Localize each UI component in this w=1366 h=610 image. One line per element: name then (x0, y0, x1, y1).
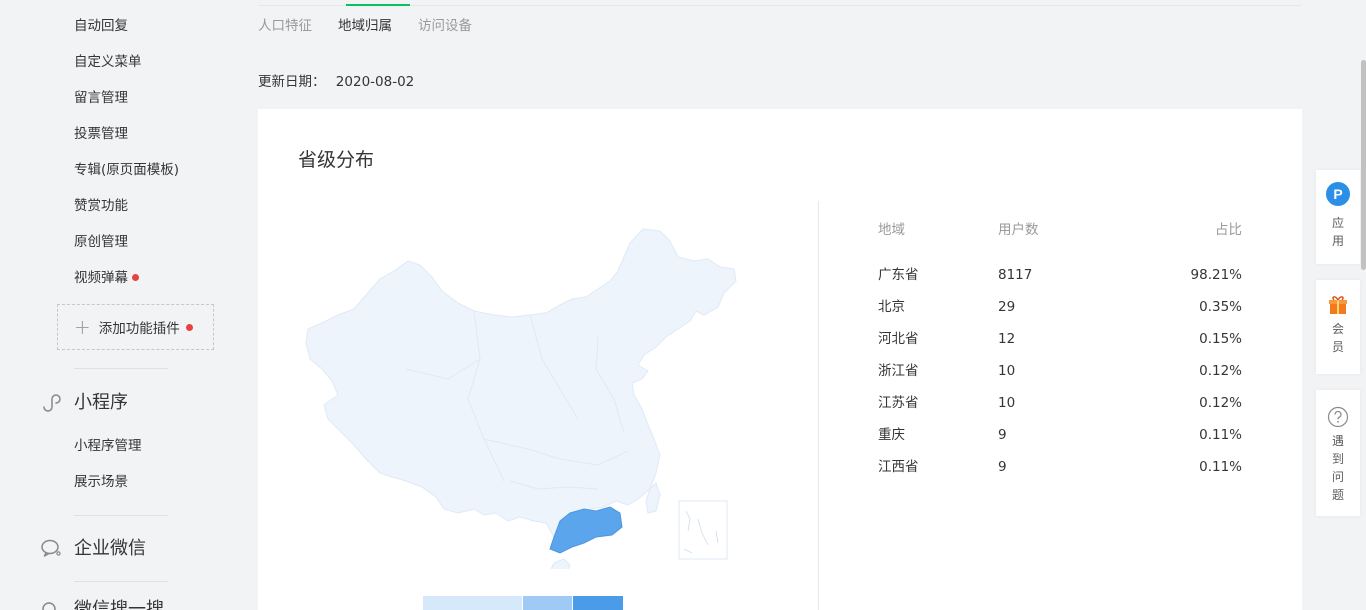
divider (74, 515, 168, 516)
sidebar-item-votes[interactable]: 投票管理 (74, 125, 128, 143)
column-header-users: 用户数 (998, 222, 1039, 238)
cell-ratio: 98.21% (1190, 267, 1242, 283)
map-legend (423, 596, 623, 610)
cell-region: 江西省 (878, 459, 919, 475)
add-plugin-label: 添加功能插件 (98, 321, 180, 337)
cell-users: 9 (998, 427, 1007, 443)
cell-ratio: 0.15% (1199, 331, 1242, 347)
cell-users: 9 (998, 459, 1007, 475)
sidebar-item-album[interactable]: 专辑(原页面模板) (74, 161, 179, 179)
update-date-value: 2020-08-02 (335, 74, 415, 90)
tab-active-indicator (346, 4, 410, 6)
cell-region: 江苏省 (878, 395, 919, 411)
help-icon (1327, 406, 1349, 428)
section-title-wecom[interactable]: 企业微信 (74, 537, 146, 561)
cell-region: 北京 (878, 299, 905, 315)
table-row: 浙江省 10 0.12% (878, 362, 1242, 380)
cell-users: 10 (998, 395, 1016, 411)
cell-region: 浙江省 (878, 363, 919, 379)
sidebar-item-danmaku[interactable]: 视频弹幕 (74, 269, 139, 287)
cell-ratio: 0.12% (1199, 395, 1242, 411)
cell-region: 河北省 (878, 331, 919, 347)
cell-ratio: 0.11% (1199, 427, 1242, 443)
column-header-ratio: 占比 (1215, 222, 1242, 238)
apps-float-button[interactable]: P 应用 (1316, 170, 1360, 264)
legend-band-mid (523, 596, 573, 610)
tab-demographics[interactable]: 人口特征 (258, 17, 312, 35)
section-title-miniprogram[interactable]: 小程序 (74, 391, 128, 415)
table-row: 广东省 8117 98.21% (878, 266, 1242, 284)
sidebar-item-label: 视频弹幕 (74, 270, 128, 286)
cell-ratio: 0.35% (1199, 299, 1242, 315)
table-row: 河北省 12 0.15% (878, 330, 1242, 348)
update-date: 更新日期： 2020-08-02 (258, 73, 414, 91)
sidebar-item-miniprogram-manage[interactable]: 小程序管理 (74, 437, 142, 455)
sidebar: 自动回复 自定义菜单 留言管理 投票管理 专辑(原页面模板) 赞赏功能 原创管理… (0, 0, 228, 610)
new-dot-icon (132, 274, 139, 281)
tab-region[interactable]: 地域归属 (338, 17, 392, 35)
cell-region: 重庆 (878, 427, 905, 443)
sidebar-item-comments[interactable]: 留言管理 (74, 89, 128, 107)
table-row: 江西省 9 0.11% (878, 458, 1242, 476)
help-label: 遇到问题 (1331, 434, 1344, 502)
sidebar-item-display-scene[interactable]: 展示场景 (74, 473, 128, 491)
cell-ratio: 0.11% (1199, 459, 1242, 475)
apps-icon: P (1326, 182, 1350, 206)
plus-icon: + (74, 315, 91, 339)
cell-users: 8117 (998, 267, 1033, 283)
divider (74, 368, 168, 369)
cell-users: 12 (998, 331, 1016, 347)
card-title: 省级分布 (298, 149, 375, 171)
table-row: 北京 29 0.35% (878, 298, 1242, 316)
divider (74, 581, 168, 582)
apps-label: 应用 (1331, 216, 1344, 248)
table-row: 江苏省 10 0.12% (878, 394, 1242, 412)
cell-users: 29 (998, 299, 1016, 315)
column-header-region: 地域 (878, 222, 905, 238)
legend-band-high (573, 596, 623, 610)
cell-users: 10 (998, 363, 1016, 379)
help-float-button[interactable]: 遇到问题 (1316, 390, 1360, 516)
map-mainland (305, 228, 737, 542)
table-row: 重庆 9 0.11% (878, 426, 1242, 444)
miniprogram-icon (43, 394, 61, 412)
member-label: 会员 (1331, 322, 1344, 354)
cell-ratio: 0.12% (1199, 363, 1242, 379)
tab-devices[interactable]: 访问设备 (418, 17, 472, 35)
sidebar-item-original[interactable]: 原创管理 (74, 233, 128, 251)
map-hainan (550, 558, 571, 569)
member-float-button[interactable]: 会员 (1316, 280, 1360, 374)
vertical-divider (818, 201, 819, 610)
province-distribution-card: 省级分布 地域 用户数 占比 广东省 8117 98.21% 北京 29 0.35% 河… (258, 109, 1302, 610)
sidebar-item-custom-menu[interactable]: 自定义菜单 (74, 53, 142, 71)
sidebar-item-reward[interactable]: 赞赏功能 (74, 197, 128, 215)
section-title-search[interactable]: 微信搜一搜 (74, 598, 164, 610)
china-map[interactable] (298, 219, 738, 569)
scrollbar-thumb[interactable] (1361, 60, 1366, 270)
search-icon (42, 602, 56, 610)
legend-band-low (423, 596, 523, 610)
add-plugin-button[interactable]: + 添加功能插件 (57, 304, 214, 350)
cell-region: 广东省 (878, 267, 919, 283)
map-south-sea-islands (683, 510, 719, 554)
sidebar-item-auto-reply[interactable]: 自动回复 (74, 17, 128, 35)
tab-bar-line (258, 5, 1301, 6)
update-date-label: 更新日期： (258, 74, 326, 90)
new-dot-icon (185, 323, 193, 331)
gift-icon (1329, 296, 1347, 314)
wecom-icon (41, 539, 61, 557)
